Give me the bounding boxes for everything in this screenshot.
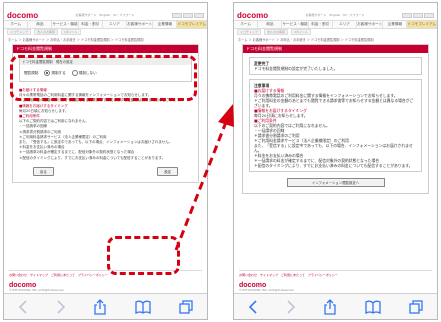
header-btn[interactable] [171, 12, 182, 18]
note-line: ＊ご利用料金の金額のあとまでも閲覧できる請求書等でお知らせする金額とは異なる場合… [254, 98, 414, 108]
sub-tab[interactable]: dポイント [291, 29, 311, 35]
site-header: docomo お客様サポート English ID・パスワード [234, 10, 437, 20]
nav-item[interactable]: 商品 [28, 21, 53, 28]
highlight-setting-form [10, 55, 197, 101]
bookmarks-icon[interactable] [365, 300, 381, 314]
docomo-logo[interactable]: docomo [237, 11, 268, 20]
share-icon[interactable] [94, 298, 107, 315]
browser-toolbar [4, 293, 207, 319]
nav-item[interactable]: 企業情報 [153, 21, 178, 28]
back-arrow-icon[interactable] [18, 299, 28, 314]
global-nav: ホーム 商品 サービス・機能 料金・割引 エリア お客様サポート 企業情報 ドコ… [234, 20, 437, 29]
nav-item[interactable]: エリア [333, 21, 358, 28]
header-btn[interactable] [401, 12, 412, 18]
site-footer: お問い合わせ サイトマップ ご利用にあたって プライバシーポリシー docomo… [4, 270, 207, 292]
footer-logo: docomo [9, 282, 37, 289]
bookmarks-icon[interactable] [135, 300, 151, 314]
forward-arrow-icon[interactable] [56, 299, 66, 314]
sub-tab[interactable]: 法人のお客様 [264, 29, 289, 35]
header-utility-links[interactable]: お客様サポート English ID・パスワード [306, 13, 365, 17]
status-bar [4, 3, 207, 10]
copyright: © NTT DOCOMO, INC. All Rights Reserved. [239, 289, 295, 292]
done-message: ドコモ料金閲覧規制の設定が完了いたしました。 [254, 66, 338, 71]
header-btn[interactable] [423, 12, 434, 18]
nav-item[interactable]: サービス・機能 [52, 21, 79, 28]
header-utility-links[interactable]: お客様サポート English ID・パスワード [76, 13, 135, 17]
panel-title: ドコモ料金閲覧規制 [13, 45, 198, 53]
note-line: また、「受信する」に設定中であっても、以下の場合、インフォメーションはお届けされ… [254, 143, 413, 153]
done-box: 変更完了 ドコモ料金閲覧規制の設定が完了いたしました。 [249, 57, 422, 75]
sub-tab[interactable]: ドコモトップ [7, 29, 32, 35]
header-btn[interactable] [182, 12, 193, 18]
global-nav: ホーム 商品 サービス・機能 料金・割引 エリア お客様サポート 企業情報 ドコ… [4, 20, 207, 29]
tabs-icon[interactable] [179, 299, 193, 314]
sub-tab[interactable]: ドコモトップ [237, 29, 262, 35]
nav-item[interactable]: お客様サポート [357, 21, 384, 28]
back-arrow-icon[interactable] [248, 299, 258, 314]
share-icon[interactable] [324, 298, 337, 315]
back-button[interactable]: 戻る [33, 166, 54, 176]
nav-item-premium[interactable]: ドコモプレミアム [407, 21, 437, 28]
nav-item[interactable]: 商品 [258, 21, 283, 28]
nav-item[interactable]: ホーム [4, 21, 29, 28]
docomo-logo[interactable]: docomo [7, 11, 38, 20]
nav-item[interactable]: サービス・機能 [282, 21, 309, 28]
copyright: © NTT DOCOMO, INC. All Rights Reserved. [9, 289, 65, 292]
nav-item[interactable]: 料金・割引 [309, 21, 333, 28]
forward-arrow-icon[interactable] [286, 299, 296, 314]
note-line: ＊配信のタイミングにより、すでにお支払い済みの料金についても配信することがありま… [254, 163, 413, 168]
information-settings-button[interactable]: インフォメーション閲覧設定へ [286, 178, 385, 187]
site-footer: お問い合わせ サイトマップ ご利用にあたって プライバシーポリシー docomo… [234, 270, 437, 292]
note-line: ＊配信のタイミングにより、すでにお支払い済みの料金についても配信することがありま… [19, 155, 166, 160]
flow-arrow-icon [174, 104, 234, 251]
site-header: docomo お客様サポート English ID・パスワード [4, 10, 207, 20]
result-panel: ドコモ料金閲覧規制 変更完了 ドコモ料金閲覧規制の設定が完了いたしました。 注意… [242, 44, 429, 194]
nav-item[interactable]: 企業情報 [383, 21, 408, 28]
footer-logo: docomo [239, 282, 267, 289]
footer-links[interactable]: お問い合わせ サイトマップ ご利用にあたって プライバシーポリシー [239, 270, 432, 279]
sub-tab[interactable]: 法人のお客様 [34, 29, 59, 35]
breadcrumb[interactable]: ホーム ＞ お客様サポート ＞ お申込・お手続き ＞ ドコモ料金閲覧規制 ＞ ド… [4, 35, 207, 44]
panel-title: ドコモ料金閲覧規制 [243, 45, 428, 53]
header-buttons [171, 12, 204, 18]
header-btn[interactable] [193, 12, 204, 18]
sub-tab[interactable]: dポイント [61, 29, 81, 35]
tabs-icon[interactable] [409, 299, 423, 314]
nav-item-premium[interactable]: ドコモプレミアム [177, 21, 207, 28]
nav-item[interactable]: エリア [103, 21, 128, 28]
breadcrumb[interactable]: ホーム ＞ お客様サポート ＞ お申込・お手続き ＞ ドコモ料金閲覧規制 ＞ ド… [234, 35, 437, 44]
nav-item[interactable]: 料金・割引 [79, 21, 103, 28]
caution-box: 注意事項 ■お届けする情報 月々の携帯電話のご利用料金に関する情報をインフォメー… [249, 79, 422, 172]
phone-screen-after: docomo お客様サポート English ID・パスワード ホーム 商品 サ… [233, 2, 438, 320]
header-buttons [401, 12, 434, 18]
browser-toolbar [234, 293, 437, 319]
nav-item[interactable]: お客様サポート [127, 21, 154, 28]
status-bar [234, 3, 437, 10]
header-btn[interactable] [412, 12, 423, 18]
nav-item[interactable]: ホーム [234, 21, 259, 28]
